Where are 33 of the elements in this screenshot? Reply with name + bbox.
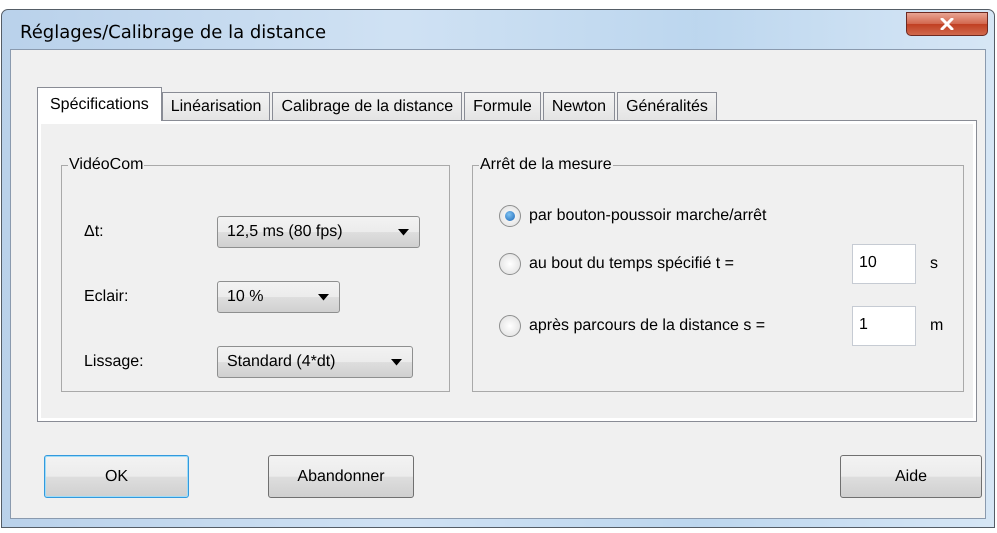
dropdown[interactable]: 12,5 ms (80 fps) <box>217 216 420 248</box>
tab[interactable]: Spécifications <box>37 87 162 121</box>
tab[interactable]: Newton <box>542 92 616 120</box>
radio-button[interactable] <box>499 253 521 275</box>
field-label: Eclair: <box>84 288 130 306</box>
dialog-button[interactable]: OK <box>44 455 189 498</box>
caret-icon <box>318 294 330 300</box>
tab[interactable]: Généralités <box>617 92 717 120</box>
input-field[interactable]: 1 <box>852 306 916 346</box>
close-icon <box>940 18 954 30</box>
radio-button[interactable] <box>499 205 521 227</box>
caret-icon <box>390 358 402 366</box>
dropdown[interactable]: 10 % <box>217 281 340 313</box>
caret-icon <box>398 228 409 236</box>
tab[interactable]: Linéarisation <box>162 92 270 120</box>
window-title: Réglages/Calibrage de la distance <box>20 21 326 43</box>
tab[interactable]: Formule <box>464 92 541 120</box>
dialog-button[interactable]: Abandonner <box>268 455 414 498</box>
group-title: VidéoCom <box>68 156 144 174</box>
radio-label[interactable]: après parcours de la distance s = <box>529 317 845 335</box>
unit-label: s <box>930 255 938 273</box>
group-title: Arrêt de la mesure <box>479 156 613 174</box>
input-field[interactable]: 10 <box>852 244 916 284</box>
tab[interactable]: Calibrage de la distance <box>272 92 462 120</box>
dialog-button[interactable]: Aide <box>840 455 982 498</box>
radio-button[interactable] <box>499 315 521 337</box>
radio-label[interactable]: par bouton-poussoir marche/arrêt <box>529 207 766 225</box>
close-button[interactable] <box>906 12 988 36</box>
dropdown[interactable]: Standard (4*dt) <box>217 346 413 378</box>
field-label: Δt: <box>84 223 105 241</box>
field-label: Lissage: <box>84 353 145 371</box>
radio-label[interactable]: au bout du temps spécifié t = <box>529 255 845 273</box>
unit-label: m <box>930 317 944 335</box>
